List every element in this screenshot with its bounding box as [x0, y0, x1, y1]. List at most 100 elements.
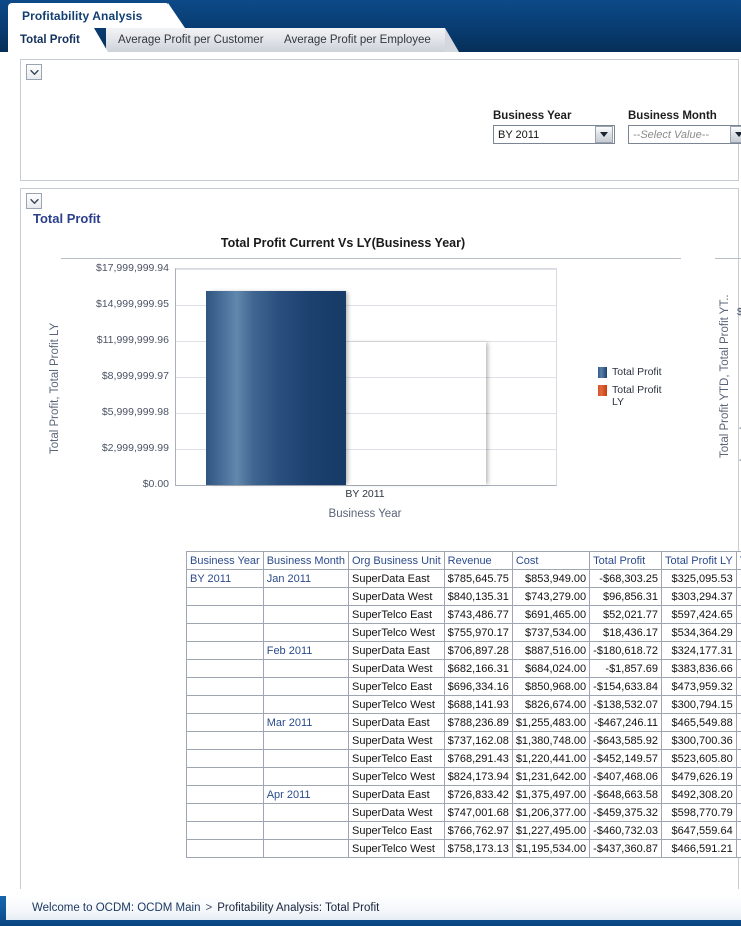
bar-total-profit[interactable] [206, 291, 346, 485]
table-row[interactable]: SuperTelco West$688,141.93$826,674.00-$1… [187, 696, 741, 714]
cell-total-profit: $96,856.31 [590, 588, 662, 606]
tab-average-profit-per-customer[interactable]: Average Profit per Customer [106, 28, 278, 52]
cell-cost: $1,255,483.00 [512, 714, 589, 732]
cell-total-truncated [736, 822, 741, 840]
cell-business-month: Apr 2011 [263, 786, 348, 804]
table-row[interactable]: SuperTelco East$768,291.43$1,220,441.00-… [187, 750, 741, 768]
cell-total-truncated [736, 750, 741, 768]
cell-total-profit: -$467,246.11 [590, 714, 662, 732]
column-header-org-business-unit[interactable]: Org Business Unit [348, 552, 444, 570]
tab-label: Average Profit per Customer [118, 34, 264, 46]
column-header-total-truncated[interactable]: Tot [736, 552, 741, 570]
table-body: BY 2011Jan 2011SuperData East$785,645.75… [187, 570, 741, 858]
cell-business-month [263, 678, 348, 696]
table-row[interactable]: SuperTelco East$743,486.77$691,465.00$52… [187, 606, 741, 624]
cell-total-profit-ly: $597,424.65 [662, 606, 737, 624]
cell-cost: $887,516.00 [512, 642, 589, 660]
cell-total-truncated [736, 804, 741, 822]
total-profit-chart: Total Profit Current Vs LY(Business Year… [33, 236, 688, 536]
table-row[interactable]: Apr 2011SuperData East$726,833.42$1,375,… [187, 786, 741, 804]
cell-revenue: $755,970.17 [444, 624, 512, 642]
cell-business-year [187, 768, 264, 786]
cell-business-month: Feb 2011 [263, 642, 348, 660]
table-row[interactable]: BY 2011Jan 2011SuperData East$785,645.75… [187, 570, 741, 588]
cell-cost: $691,465.00 [512, 606, 589, 624]
business-year-select[interactable]: BY 2011 [493, 125, 615, 144]
column-header-business-month[interactable]: Business Month [263, 552, 348, 570]
table-row[interactable]: SuperTelco East$766,762.97$1,227,495.00-… [187, 822, 741, 840]
cell-business-year [187, 588, 264, 606]
page-tab-profitability-analysis[interactable]: Profitability Analysis [8, 3, 168, 28]
profitability-table-wrapper: Business Year Business Month Org Busines… [186, 551, 741, 858]
table-row[interactable]: SuperTelco West$824,173.94$1,231,642.00-… [187, 768, 741, 786]
table-row[interactable]: SuperData West$840,135.31$743,279.00$96,… [187, 588, 741, 606]
cell-business-year [187, 804, 264, 822]
cell-revenue: $766,762.97 [444, 822, 512, 840]
cell-cost: $743,279.00 [512, 588, 589, 606]
report-collapse-button[interactable] [26, 193, 42, 209]
legend-item-total-profit[interactable]: Total Profit [598, 366, 698, 378]
cell-revenue: $768,291.43 [444, 750, 512, 768]
table-row[interactable]: SuperTelco East$696,334.16$850,968.00-$1… [187, 678, 741, 696]
cell-org-business-unit: SuperTelco West [348, 768, 444, 786]
chart-y-axis-ticks: $17,999,999.94 $14,999,999.95 $11,999,99… [33, 268, 169, 484]
cell-total-profit-ly: $324,177.31 [662, 642, 737, 660]
cell-cost: $1,227,495.00 [512, 822, 589, 840]
cell-total-profit: -$68,303.25 [590, 570, 662, 588]
legend-item-total-profit-ly[interactable]: Total Profit LY [598, 384, 698, 408]
legend-swatch-icon [598, 367, 607, 378]
cell-business-year [187, 822, 264, 840]
cell-org-business-unit: SuperData West [348, 732, 444, 750]
cell-cost: $684,024.00 [512, 660, 589, 678]
report-panel: Total Profit Total Profit Current Vs LY(… [20, 188, 739, 889]
cell-revenue: $688,141.93 [444, 696, 512, 714]
report-title: Total Profit [33, 211, 101, 226]
table-row[interactable]: SuperData West$747,001.68$1,206,377.00-$… [187, 804, 741, 822]
table-row[interactable]: SuperData West$682,166.31$684,024.00-$1,… [187, 660, 741, 678]
cell-business-year [187, 732, 264, 750]
cell-revenue: $737,162.08 [444, 732, 512, 750]
column-header-revenue[interactable]: Revenue [444, 552, 512, 570]
cell-business-month [263, 606, 348, 624]
table-row[interactable]: SuperTelco West$755,970.17$737,534.00$18… [187, 624, 741, 642]
report-tab-strip: Total Profit Average Profit per Customer… [0, 28, 741, 52]
cell-total-truncated [736, 660, 741, 678]
cell-business-year [187, 714, 264, 732]
legend-label: Total Profit LY [612, 384, 670, 408]
table-row[interactable]: Feb 2011SuperData East$706,897.28$887,51… [187, 642, 741, 660]
tab-average-profit-per-employee[interactable]: Average Profit per Employee [272, 28, 445, 52]
bar-total-profit-ly[interactable] [346, 342, 486, 485]
gridline [176, 269, 556, 270]
cell-total-truncated [736, 606, 741, 624]
cell-revenue: $785,645.75 [444, 570, 512, 588]
cell-total-profit-ly: $479,626.19 [662, 768, 737, 786]
table-row[interactable]: SuperTelco West$758,173.13$1,195,534.00-… [187, 840, 741, 858]
tab-total-profit[interactable]: Total Profit [8, 28, 94, 52]
cell-cost: $1,231,642.00 [512, 768, 589, 786]
breadcrumb-home-link[interactable]: Welcome to OCDM: OCDM Main [32, 902, 200, 914]
chevron-down-icon[interactable] [730, 126, 741, 143]
chevron-down-icon[interactable] [595, 126, 613, 143]
table-row[interactable]: SuperData West$737,162.08$1,380,748.00-$… [187, 732, 741, 750]
filter-label-business-year: Business Year [493, 110, 615, 122]
column-header-cost[interactable]: Cost [512, 552, 589, 570]
cell-total-truncated [736, 732, 741, 750]
dashboard-canvas: Business Year BY 2011 Business Month --S… [0, 52, 741, 896]
cell-business-year: BY 2011 [187, 570, 264, 588]
cell-org-business-unit: SuperTelco West [348, 624, 444, 642]
cell-org-business-unit: SuperData East [348, 714, 444, 732]
business-month-select[interactable]: --Select Value-- [628, 125, 741, 144]
cell-total-profit: -$407,468.06 [590, 768, 662, 786]
cell-total-profit-ly: $534,364.29 [662, 624, 737, 642]
cell-org-business-unit: SuperTelco East [348, 678, 444, 696]
cell-business-month [263, 588, 348, 606]
table-row[interactable]: Mar 2011SuperData East$788,236.89$1,255,… [187, 714, 741, 732]
cell-revenue: $824,173.94 [444, 768, 512, 786]
column-header-total-profit-ly[interactable]: Total Profit LY [662, 552, 737, 570]
prompt-panel: Business Year BY 2011 Business Month --S… [20, 59, 739, 181]
cell-total-profit-ly: $598,770.79 [662, 804, 737, 822]
column-header-total-profit[interactable]: Total Profit [590, 552, 662, 570]
chart-legend: Total Profit Total Profit LY [598, 366, 698, 414]
column-header-business-year[interactable]: Business Year [187, 552, 264, 570]
cell-total-profit-ly: $466,591.21 [662, 840, 737, 858]
